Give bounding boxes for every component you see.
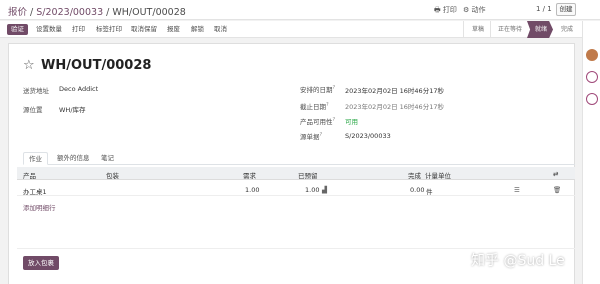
set-quantities-button[interactable]: 设置数量: [36, 24, 62, 35]
print-menu[interactable]: 🖶 打印: [434, 5, 457, 17]
add-line-link[interactable]: 添加明细行: [23, 202, 56, 212]
column-packaging[interactable]: 包装: [106, 170, 119, 180]
stage-divider: [463, 21, 464, 38]
detailed-operations-icon[interactable]: ☰: [514, 186, 520, 194]
breadcrumb-sale-order[interactable]: S/2023/00033: [36, 7, 103, 18]
breadcrumb-quotations[interactable]: 报价: [8, 7, 27, 18]
column-product[interactable]: 产品: [23, 170, 36, 180]
action-menu[interactable]: ⚙ 动作: [463, 5, 486, 15]
row-reserved: 1.00: [305, 186, 320, 194]
scheduled-date-field[interactable]: 2023年02月02日 16时46分17秒: [345, 85, 444, 95]
breadcrumb-current: WH/OUT/00028: [112, 7, 186, 18]
tab-additional-info[interactable]: 额外的信息: [52, 152, 95, 165]
help-icon: ?: [332, 84, 336, 91]
table-header: 产品 包装 需求 已预留 完成 计量单位 ⇄: [17, 167, 575, 180]
availability-label: 产品可用性?: [300, 116, 336, 126]
column-reserved[interactable]: 已预留: [298, 170, 318, 180]
column-settings-icon[interactable]: ⇄: [553, 170, 558, 178]
help-icon: ?: [319, 131, 323, 138]
watermark: 知乎 @Sud Le: [471, 253, 565, 269]
status-bar: 验证 设置数量 打印 标签打印 取消保留 报废 解锁 取消 草稿 正在等待 就绪…: [0, 21, 582, 38]
put-in-pack-button[interactable]: 放入包裹: [23, 256, 59, 270]
pager-value[interactable]: 1 / 1: [536, 5, 552, 13]
row-product[interactable]: 办工桌1: [23, 186, 47, 196]
star-icon[interactable]: ☆: [23, 58, 35, 73]
breadcrumb-separator: /: [30, 7, 34, 18]
availability-value: 可用: [345, 118, 358, 126]
action-menu-label: 动作: [471, 6, 486, 14]
deadline-field: 2023年02月02日 16时46分17秒: [345, 103, 444, 111]
print-labels-button[interactable]: 标签打印: [96, 24, 122, 35]
control-panel: 报价 / S/2023/00033 / WH/OUT/00028 🖶 打印 ⚙ …: [0, 0, 600, 20]
divider: [17, 248, 575, 249]
smile-icon[interactable]: [586, 93, 598, 105]
cancel-button[interactable]: 取消: [214, 24, 227, 35]
smile-icon[interactable]: [586, 71, 598, 83]
stage-draft[interactable]: 草稿: [472, 21, 484, 38]
trash-icon[interactable]: 🗑: [553, 186, 561, 194]
avatar[interactable]: [586, 49, 598, 61]
print-button[interactable]: 打印: [72, 24, 85, 35]
source-location-label: 源位置: [23, 106, 43, 114]
unlock-button[interactable]: 解锁: [191, 24, 204, 35]
column-demand[interactable]: 需求: [243, 170, 256, 180]
source-document-label: 源单据?: [300, 131, 323, 141]
notebook-tabs: 作业 额外的信息 笔记: [23, 152, 575, 165]
print-menu-label: 打印: [442, 6, 457, 14]
help-icon: ?: [326, 101, 329, 108]
gear-icon: ⚙: [463, 6, 470, 14]
source-location-field[interactable]: WH/库存: [59, 104, 86, 114]
stage-ready[interactable]: 就绪: [527, 21, 554, 38]
deadline-label: 截止日期?: [300, 101, 329, 111]
tab-operations[interactable]: 作业: [23, 152, 48, 165]
table-row[interactable]: 办工桌1 1.00 1.00 ▟ 0.00 件 ☰ 🗑: [17, 183, 575, 196]
cancel-reservation-button[interactable]: 取消保留: [131, 24, 157, 35]
breadcrumb-separator: /: [106, 7, 110, 18]
record-title: WH/OUT/00028: [41, 58, 152, 73]
validate-button[interactable]: 验证: [7, 24, 28, 35]
tab-notes[interactable]: 笔记: [96, 152, 119, 165]
help-icon: ?: [332, 116, 336, 123]
form-sheet: ☆ WH/OUT/00028 送货地址 Deco Addict 源位置 WH/库…: [8, 43, 575, 284]
source-document-field[interactable]: S/2023/00033: [345, 132, 391, 140]
stage-done[interactable]: 完成: [561, 21, 573, 38]
scheduled-date-label: 安排的日期?: [300, 84, 336, 94]
forecast-chart-icon[interactable]: ▟: [322, 186, 327, 194]
row-uom: 件: [426, 188, 433, 196]
printer-icon: 🖶: [434, 6, 441, 14]
stage-waiting[interactable]: 正在等待: [498, 21, 522, 38]
scrap-button[interactable]: 报废: [167, 24, 180, 35]
breadcrumb: 报价 / S/2023/00033 / WH/OUT/00028: [8, 4, 186, 18]
stage-divider: [490, 21, 491, 38]
chatter-panel: [582, 21, 600, 284]
delivery-address-field[interactable]: Deco Addict: [59, 85, 98, 93]
column-done[interactable]: 完成: [408, 170, 421, 180]
create-button[interactable]: 创建: [556, 3, 576, 16]
row-done[interactable]: 0.00: [410, 186, 424, 194]
column-uom[interactable]: 计量单位: [425, 170, 451, 180]
row-demand: 1.00: [245, 186, 260, 194]
delivery-address-label: 送货地址: [23, 87, 49, 95]
